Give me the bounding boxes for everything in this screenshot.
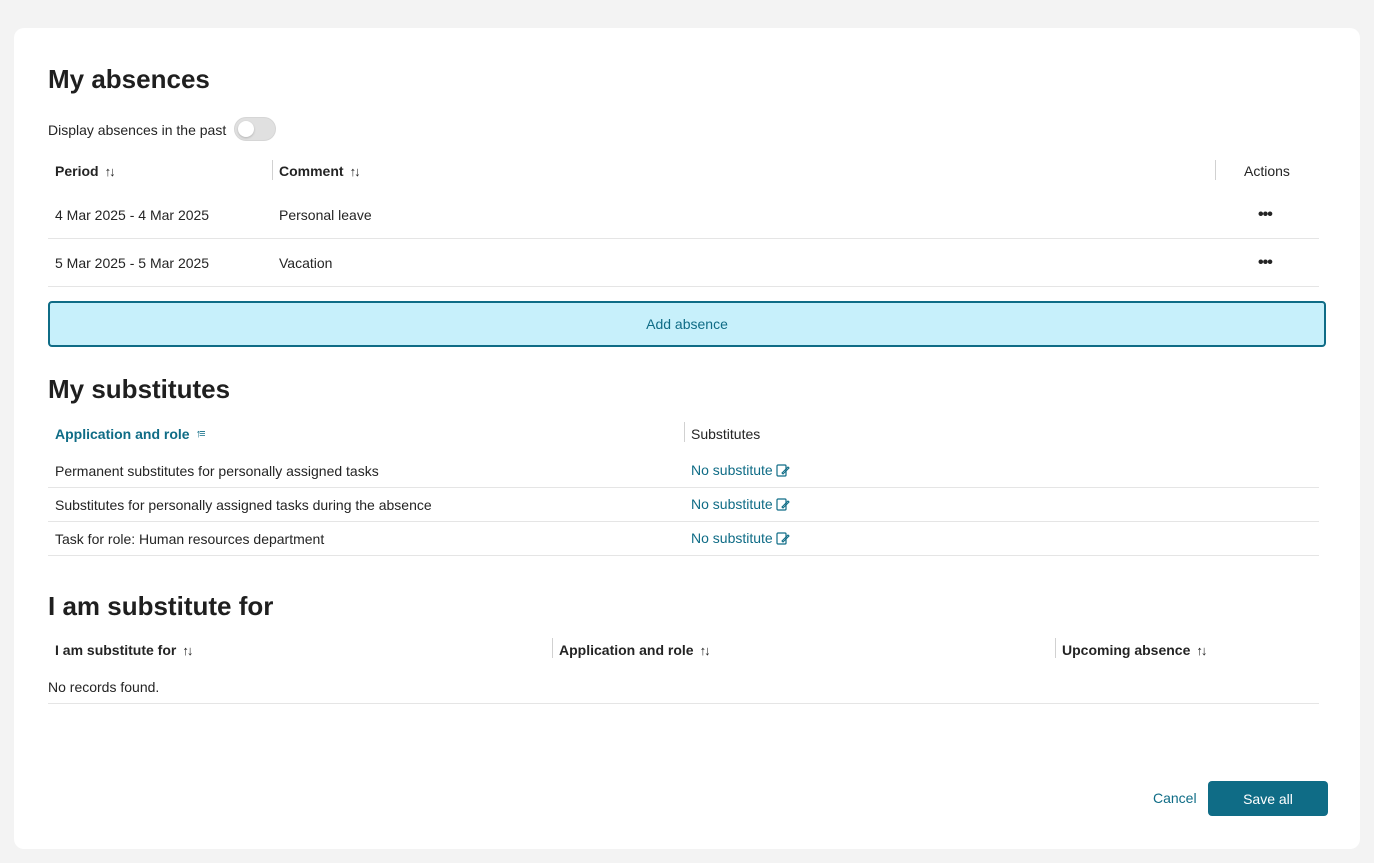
my-substitutes-title: My substitutes	[48, 374, 231, 404]
column-header-actions-label: Actions	[1244, 163, 1290, 179]
column-header-upcoming-absence[interactable]: Upcoming absence ↑↓	[1062, 642, 1207, 658]
empty-state-message: No records found.	[48, 679, 160, 695]
substitute-role-cell: Permanent substitutes for personally ass…	[55, 463, 379, 479]
substitute-link-label: No substitute	[691, 530, 773, 546]
edit-substitute-link[interactable]: No substitute	[691, 462, 790, 478]
edit-substitute-link[interactable]: No substitute	[691, 530, 790, 546]
row-divider	[48, 555, 1319, 556]
my-absences-title: My absences	[48, 64, 210, 94]
column-header-comment-label: Comment	[279, 163, 344, 179]
edit-note-icon	[776, 497, 790, 511]
column-header-period[interactable]: Period ↑↓	[55, 163, 116, 179]
save-all-button[interactable]: Save all	[1208, 781, 1328, 816]
column-divider	[552, 638, 553, 658]
column-header-substitutes: Substitutes	[691, 426, 760, 442]
column-header-actions: Actions	[1244, 163, 1290, 179]
more-horizontal-icon[interactable]: •••	[1258, 207, 1273, 223]
edit-substitute-link[interactable]: No substitute	[691, 496, 790, 512]
column-header-substitute-for-label: I am substitute for	[55, 642, 177, 658]
absence-period-cell: 4 Mar 2025 - 4 Mar 2025	[55, 207, 210, 223]
sort-icon: ↑↓	[349, 163, 361, 179]
row-divider	[48, 487, 1319, 488]
column-header-application-role-2[interactable]: Application and role ↑↓	[559, 642, 711, 658]
past-absences-toggle-label: Display absences in the past	[48, 122, 227, 138]
absence-settings-card: My absences Display absences in the past…	[14, 28, 1360, 849]
absence-period-cell: 5 Mar 2025 - 5 Mar 2025	[55, 255, 210, 271]
column-divider	[684, 422, 685, 442]
sort-icon: ↑↓	[699, 642, 711, 658]
edit-note-icon	[776, 463, 790, 477]
toggle-knob	[238, 121, 254, 137]
column-divider	[1055, 638, 1056, 658]
column-header-substitutes-label: Substitutes	[691, 426, 761, 442]
row-divider	[48, 238, 1319, 239]
sort-icon: ↑↓	[182, 642, 193, 658]
sort-icon: ↑↓	[1196, 642, 1207, 658]
substitute-link-label: No substitute	[691, 462, 773, 478]
row-divider	[48, 521, 1319, 522]
substitute-role-cell: Task for role: Human resources departmen…	[55, 531, 325, 547]
edit-note-icon	[776, 531, 790, 545]
sort-ascending-icon: ↑≡	[195, 428, 206, 440]
row-divider	[48, 286, 1319, 287]
cancel-button[interactable]: Cancel	[1153, 790, 1197, 806]
sort-icon: ↑↓	[104, 163, 116, 179]
more-horizontal-icon[interactable]: •••	[1258, 255, 1273, 271]
column-header-comment[interactable]: Comment ↑↓	[279, 163, 361, 179]
row-divider	[48, 703, 1319, 704]
substitute-for-title: I am substitute for	[48, 591, 274, 621]
column-divider	[1215, 160, 1216, 180]
column-header-period-label: Period	[55, 163, 99, 179]
column-header-application-role[interactable]: Application and role ↑≡	[55, 426, 206, 442]
column-header-application-role-label: Application and role	[559, 642, 694, 658]
absence-comment-cell: Personal leave	[279, 207, 372, 223]
absence-comment-cell: Vacation	[279, 255, 333, 271]
column-header-application-role-label: Application and role	[55, 426, 190, 442]
substitute-role-cell: Substitutes for personally assigned task…	[55, 497, 432, 513]
past-absences-toggle[interactable]	[234, 117, 276, 141]
column-header-upcoming-absence-label: Upcoming absence	[1062, 642, 1191, 658]
column-divider	[272, 160, 273, 180]
add-absence-button[interactable]: Add absence	[48, 301, 1326, 347]
substitute-link-label: No substitute	[691, 496, 773, 512]
column-header-substitute-for[interactable]: I am substitute for ↑↓	[55, 642, 193, 658]
